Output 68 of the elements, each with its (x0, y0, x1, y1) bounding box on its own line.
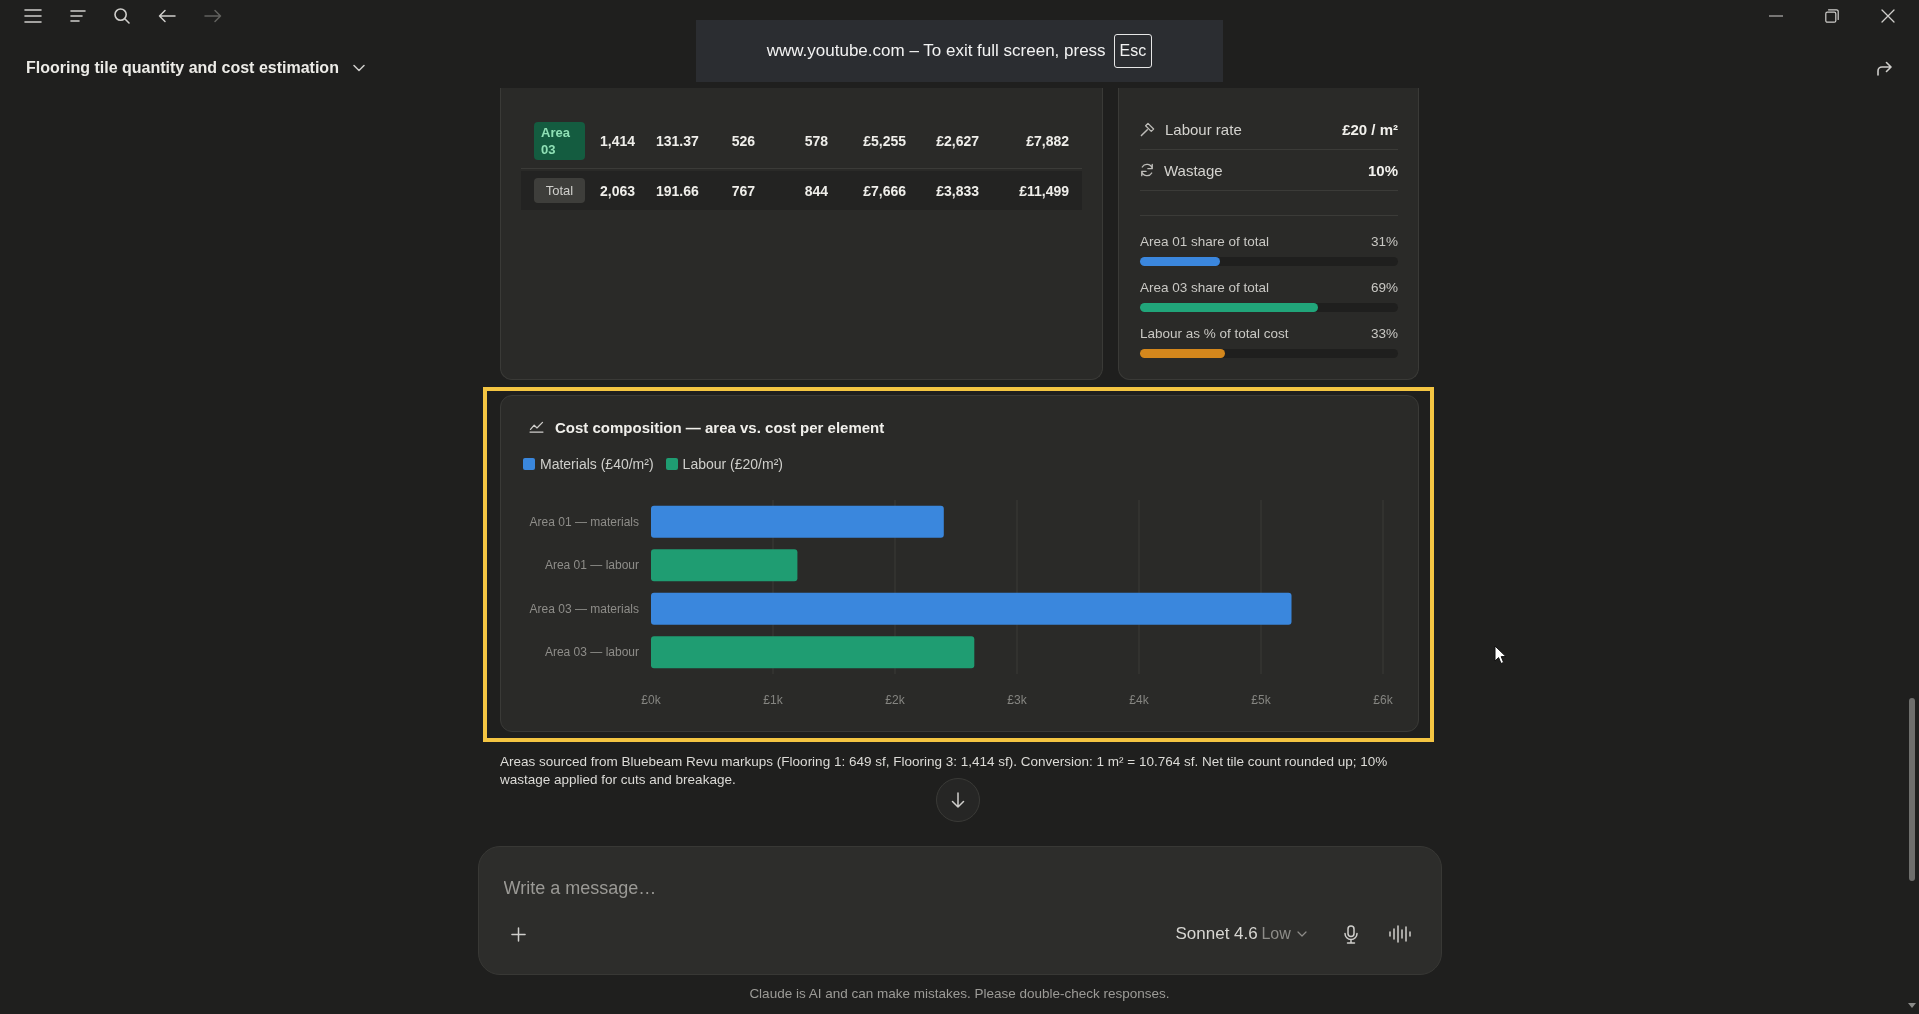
table-cell-text: 578 (803, 132, 828, 149)
scroll-arrow-icon[interactable] (1908, 1003, 1916, 1008)
table-cell-text: 2,063 (600, 182, 637, 199)
legend-label: Materials (£40/m²) (540, 456, 654, 472)
line-chart-icon (529, 421, 544, 433)
chat-title: Flooring tile quantity and cost estimation (26, 59, 339, 77)
rate-value: 10% (1367, 161, 1398, 179)
axis-tick-label: £5k (1251, 693, 1271, 707)
message-input[interactable]: Write a message… (503, 875, 1415, 901)
share-reading: 33% (1370, 325, 1398, 343)
table-cell-text: 767 (730, 182, 755, 199)
table-cell-text: £5,255 (862, 132, 906, 149)
axis-tick-label: £1k (763, 693, 783, 707)
chevron-down-icon (1296, 931, 1307, 937)
category-label: Area 03 — labour (544, 645, 639, 660)
table-cell-text: £11,499 (1018, 182, 1069, 199)
share-label: Area 01 share of total (1140, 233, 1270, 251)
footnote-text: Areas sourced from Bluebeam Revu markups (Flooring 1: 649 sf, Flooring 3: 1,414 sf). Conversion: 1 m² = 10.764 sf. Net tile count rounded up; 10% wastage applied for cuts and breakage. (500, 753, 1389, 789)
arrow-down-icon (950, 792, 965, 808)
table-cell-text: £7,882 (1025, 132, 1069, 149)
category-label: Area 03 — materials (529, 601, 639, 616)
forward-arrow-icon[interactable] (204, 9, 222, 23)
axis-tick-label: £0k (641, 693, 661, 707)
row-label-tag: Total (534, 178, 585, 203)
axis-tick-label: £4k (1129, 693, 1149, 707)
table-cell-text: 526 (730, 132, 755, 149)
refresh-icon (1140, 163, 1154, 177)
legend-label: Labour (£20/m²) (682, 456, 783, 472)
table-cell-text: £3,833 (935, 182, 979, 199)
menu-icon[interactable] (24, 9, 42, 23)
scroll-down-button[interactable] (935, 778, 980, 822)
notice-text: www.youtube.com – To exit full screen, press (766, 41, 1106, 61)
axis-tick-label: £3k (1007, 693, 1027, 707)
keyboard-key: Esc (1113, 34, 1153, 68)
axis-tick-label: £2k (885, 693, 905, 707)
scrollbar-thumb[interactable] (1909, 698, 1915, 881)
category-label: Area 01 — labour (544, 558, 639, 573)
category-label: Area 01 — materials (529, 514, 639, 529)
share-reading: 69% (1370, 279, 1398, 297)
chart-title: Cost composition — area vs. cost per element (555, 418, 885, 436)
table-cell-text: £2,627 (935, 132, 979, 149)
table-cell-text: 191.66 (656, 182, 700, 199)
row-label-tag: Area 03 (534, 121, 585, 160)
microphone-icon (1343, 924, 1358, 944)
table-cell-text: 131.37 (656, 132, 700, 149)
share-label: Area 03 share of total (1140, 279, 1270, 297)
share-label: Labour as % of total cost (1140, 325, 1289, 343)
curved-arrow-icon[interactable] (1876, 60, 1892, 76)
table-cell-text: £7,666 (862, 182, 906, 199)
mouse-pointer-icon (1494, 645, 1507, 665)
rate-value: £20 / m² (1342, 120, 1398, 138)
chevron-down-icon[interactable] (352, 64, 365, 72)
search-icon[interactable] (114, 8, 130, 24)
share-reading: 31% (1370, 233, 1398, 251)
rate-label: Labour rate (1165, 120, 1242, 138)
waveform-icon (1388, 925, 1411, 943)
close-icon[interactable] (1881, 9, 1895, 23)
disclaimer-text: Claude is AI and can make mistakes. Please double-check responses. (749, 985, 1170, 1003)
plus-icon (511, 926, 526, 942)
list-icon[interactable] (70, 10, 86, 22)
rate-label: Wastage (1164, 161, 1223, 179)
axis-tick-label: £6k (1373, 693, 1393, 707)
model-selector[interactable]: Sonnet 4.6 Low (1171, 918, 1311, 950)
back-arrow-icon[interactable] (158, 9, 176, 23)
hammer-icon (1140, 121, 1155, 137)
table-cell-text: 844 (803, 182, 828, 199)
table-cell-text: 1,414 (600, 132, 637, 149)
restore-icon[interactable] (1825, 9, 1839, 23)
